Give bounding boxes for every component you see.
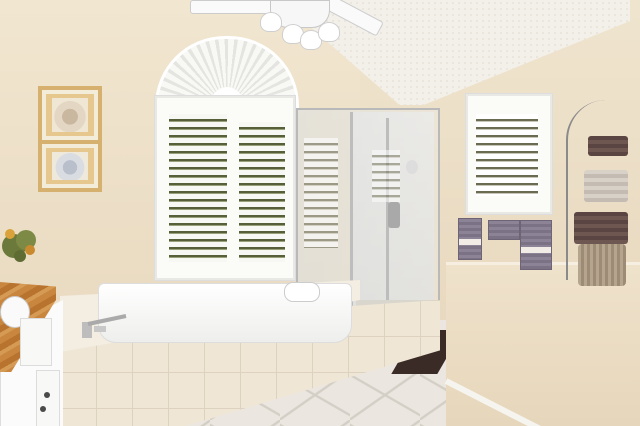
- vanity-drawer: [20, 318, 52, 366]
- right-shutter-louvers: [476, 114, 538, 196]
- right-shutter-window: [466, 94, 552, 214]
- stacked-towels: [574, 212, 628, 244]
- drawer-knob: [44, 392, 50, 398]
- shutter-panel-left: [169, 114, 227, 262]
- fan-light-bulb: [318, 22, 340, 42]
- framed-shell-print: [38, 86, 102, 144]
- shutter-reflection: [304, 138, 338, 248]
- shower-head: [406, 160, 418, 174]
- wicker-basket: [578, 244, 626, 286]
- shell-artwork: [52, 98, 88, 132]
- framed-shell-print: [38, 140, 102, 192]
- fan-light-bulb: [260, 12, 282, 32]
- drawer-knob: [40, 406, 46, 412]
- hand-towel: [520, 220, 552, 270]
- shower-valve: [388, 202, 400, 228]
- tub-faucet: [82, 314, 127, 338]
- half-wall: [446, 262, 640, 426]
- bath-pillow: [284, 282, 320, 302]
- folded-towel: [488, 220, 520, 240]
- shell-artwork: [52, 152, 88, 180]
- shutter-panel-right: [239, 122, 285, 262]
- bathroom-photo: [0, 0, 640, 426]
- shutter-reflection: [372, 150, 400, 202]
- vanity-drawer: [36, 370, 60, 426]
- hand-towel: [458, 218, 482, 260]
- plantation-shutter-window: [155, 96, 295, 280]
- potted-flowers: [2, 229, 36, 262]
- stacked-towels: [584, 170, 628, 202]
- stacked-towels: [588, 136, 628, 156]
